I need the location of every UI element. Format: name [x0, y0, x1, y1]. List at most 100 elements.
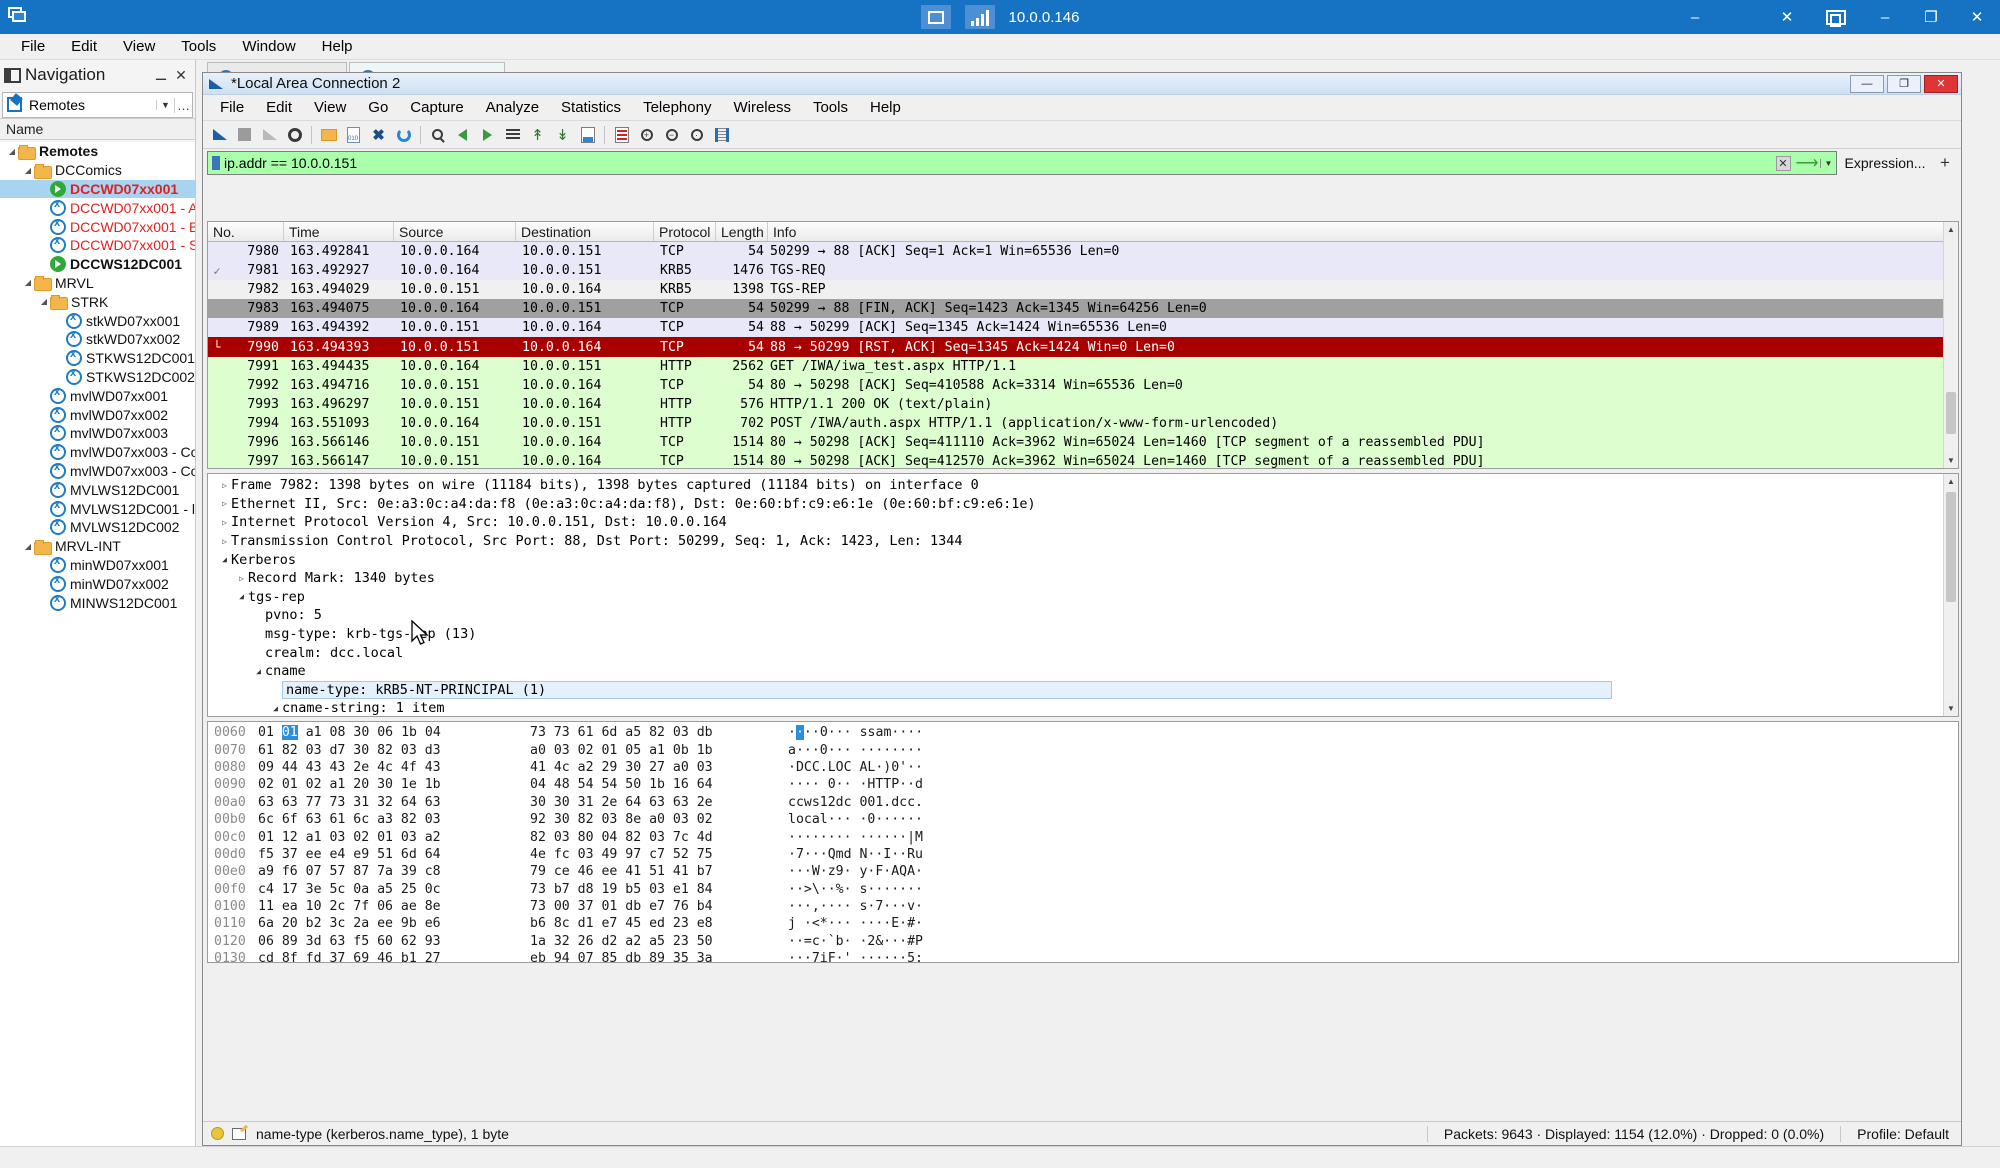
close-icon[interactable]: ✕ — [171, 67, 191, 84]
col-protocol[interactable]: Protocol — [654, 222, 716, 241]
tree-item-mvlwd07xx003[interactable]: mvlWD07xx003 — [0, 423, 195, 443]
colorize-icon[interactable] — [609, 123, 634, 147]
detail-tree-row[interactable]: ▷ Transmission Control Protocol, Src Port… — [214, 532, 1958, 551]
tree-item-minws12dc001[interactable]: MINWS12DC001 — [0, 593, 195, 612]
col-destination[interactable]: Destination — [516, 222, 654, 241]
scroll-up-icon[interactable]: ▲ — [1944, 474, 1958, 489]
go-to-packet-icon[interactable] — [500, 123, 525, 147]
tree-item-mvlwd07xx002[interactable]: mvlWD07xx002 — [0, 405, 195, 424]
remotes-tree[interactable]: ◢ Remotes ◢ DCComicsDCCWD07xx001 DCCWD07xx00… — [0, 142, 195, 1146]
app-minimize-button[interactable]: – — [1862, 0, 1908, 34]
tree-expander-closed-icon[interactable]: ▷ — [218, 537, 231, 546]
tree-item-mvlws12dc001[interactable]: MVLWS12DC001 — [0, 480, 195, 499]
packet-detail-scrollbar[interactable]: ▲ ▼ — [1943, 474, 1958, 716]
packet-row[interactable]: └ 7990 163.494393 10.0.0.151 10.0.0.164 TCP 54… — [208, 337, 1958, 357]
external-window-icon[interactable] — [1810, 0, 1862, 34]
col-no[interactable]: No. — [208, 222, 284, 241]
detail-tree-row[interactable]: ◢ Kerberos — [214, 550, 1958, 569]
hex-dump-row[interactable]: 0100 11 ea 10 2c 7f 06 ae 8e 73 00 37 01 d… — [208, 898, 1958, 915]
tree-expander-closed-icon[interactable]: ▷ — [235, 574, 248, 583]
packet-row[interactable]: 7997 163.566147 10.0.0.151 10.0.0.164 TCP 151… — [208, 452, 1958, 468]
col-source[interactable]: Source — [394, 222, 516, 241]
ws-menu-file[interactable]: File — [209, 96, 255, 119]
packet-row[interactable]: 7992 163.494716 10.0.0.151 10.0.0.164 TCP 54 8… — [208, 375, 1958, 395]
detail-tree-row[interactable]: name-type: kRB5-NT-PRINCIPAL (1) — [214, 680, 1958, 700]
tree-item-strk[interactable]: ◢ STRK — [0, 292, 195, 311]
detail-tree-row[interactable]: ◢ tgs-rep — [214, 588, 1958, 607]
tree-item-dccwd07xx001-badgu[interactable]: DCCWD07xx001 - Badgu... — [0, 217, 195, 236]
tree-item-remotes[interactable]: ◢ Remotes — [0, 142, 195, 161]
capture-options-icon[interactable] — [282, 123, 307, 147]
tree-expander-open-icon[interactable]: ◢ — [22, 542, 34, 551]
ws-menu-analyze[interactable]: Analyze — [475, 96, 550, 119]
go-last-packet-icon[interactable]: ↡ — [550, 123, 575, 147]
detail-tree-row[interactable]: crealm: dcc.local — [214, 643, 1958, 662]
zoom-reset-icon[interactable]: · — [684, 123, 709, 147]
detail-tree-row[interactable]: ▷ Frame 7982: 1398 bytes on wire (11184 b… — [214, 476, 1958, 495]
tree-item-dccws12dc001[interactable]: DCCWS12DC001 — [0, 255, 195, 274]
scroll-thumb[interactable] — [1946, 392, 1956, 434]
menu-window[interactable]: Window — [229, 35, 308, 58]
detail-tree-row[interactable]: ◢ cname — [214, 662, 1958, 681]
ws-menu-help[interactable]: Help — [859, 96, 912, 119]
packet-row[interactable]: ✓ 7981 163.492927 10.0.0.164 10.0.0.151 KRB5 1… — [208, 261, 1958, 281]
tree-expander-open-icon[interactable]: ◢ — [22, 166, 34, 175]
hex-dump-row[interactable]: 0120 06 89 3d 63 f5 60 62 93 1a 32 26 d2 a… — [208, 933, 1958, 950]
tree-expander-open-icon[interactable]: ◢ — [252, 667, 265, 676]
reload-file-icon[interactable] — [391, 123, 416, 147]
tree-item-stkws12dc001[interactable]: STKWS12DC001 — [0, 348, 195, 368]
scroll-down-icon[interactable]: ▼ — [1944, 701, 1958, 716]
app-close-button[interactable]: ✕ — [1954, 0, 2000, 34]
tree-expander-open-icon[interactable]: ◢ — [218, 555, 231, 564]
hex-dump-row[interactable]: 00d0 f5 37 ee e4 e9 51 6d 64 4e fc 03 49 9… — [208, 846, 1958, 863]
bookmark-icon[interactable] — [208, 156, 224, 170]
wireshark-maximize-button[interactable]: ❐ — [1887, 74, 1921, 93]
display-filter-input[interactable]: ip.addr == 10.0.0.151 ✕ ⟶ ▼ — [207, 151, 1837, 175]
tree-item-stkws12dc002[interactable]: STKWS12DC002 — [0, 367, 195, 387]
detail-tree-row[interactable]: pvno: 5 — [214, 606, 1958, 625]
filter-expression-button[interactable]: Expression... — [1837, 155, 1933, 171]
tree-expander-open-icon[interactable]: ◢ — [6, 147, 18, 156]
pin-icon[interactable]: ⚊ — [151, 67, 171, 84]
hex-dump-row[interactable]: 0060 01 01 a1 08 30 06 1b 04 73 73 61 6d a… — [208, 724, 1958, 741]
packet-detail-pane[interactable]: ▷ Frame 7982: 1398 bytes on wire (11184 b… — [207, 473, 1959, 717]
tree-item-stkwd07xx002[interactable]: stkWD07xx002 — [0, 329, 195, 349]
session-close-button[interactable]: ✕ — [1764, 0, 1810, 34]
tree-item-dccwd07xx001-simple[interactable]: DCCWD07xx001 - Simple... — [0, 235, 195, 255]
start-capture-icon[interactable] — [207, 123, 232, 147]
autoscroll-icon[interactable] — [575, 123, 600, 147]
hex-dump-row[interactable]: 0080 09 44 43 43 2e 4c 4f 43 41 4c a2 29 3… — [208, 759, 1958, 776]
tree-item-mrvl[interactable]: ◢ MRVL — [0, 274, 195, 293]
menu-file[interactable]: File — [8, 35, 58, 58]
tree-expander-closed-icon[interactable]: ▷ — [218, 499, 231, 508]
detail-tree-row[interactable]: ◢ cname-string: 1 item — [214, 699, 1958, 716]
filter-history-chevron-icon[interactable]: ▼ — [1820, 158, 1836, 168]
ws-menu-go[interactable]: Go — [357, 96, 399, 119]
hex-dump-row[interactable]: 0130 cd 8f fd 37 69 46 b1 27 eb 94 07 85 d… — [208, 950, 1958, 962]
stop-capture-icon[interactable] — [232, 123, 257, 147]
packet-list-pane[interactable]: No. Time Source Destination Protocol Len… — [207, 221, 1959, 469]
wireshark-close-button[interactable]: ✕ — [1924, 74, 1958, 93]
hex-dump-row[interactable]: 00e0 a9 f6 07 57 87 7a 39 c8 79 ce 46 ee 4… — [208, 863, 1958, 880]
packet-list-scrollbar[interactable]: ▲ ▼ — [1943, 222, 1958, 468]
tree-item-mvlwd07xx001[interactable]: mvlWD07xx001 — [0, 386, 195, 405]
find-packet-icon[interactable] — [425, 123, 450, 147]
packet-row[interactable]: 7980 163.492841 10.0.0.164 10.0.0.151 TCP 54 5… — [208, 242, 1958, 262]
menu-edit[interactable]: Edit — [58, 35, 110, 58]
packet-row[interactable]: 7996 163.566146 10.0.0.151 10.0.0.164 TCP 151… — [208, 432, 1958, 453]
col-info[interactable]: Info — [768, 222, 1958, 241]
tree-item-minwd07xx002[interactable]: minWD07xx002 — [0, 574, 195, 593]
detail-tree-row[interactable]: ▷ Record Mark: 1340 bytes — [214, 569, 1958, 588]
menu-help[interactable]: Help — [309, 35, 366, 58]
go-forward-icon[interactable] — [475, 123, 500, 147]
close-file-icon[interactable]: ✖ — [366, 123, 391, 147]
remotes-selector[interactable]: Remotes ▼ … — [2, 92, 193, 118]
scroll-thumb[interactable] — [1946, 492, 1956, 602]
hex-dump-row[interactable]: 0070 61 82 03 d7 30 82 03 d3 a0 03 02 01 0… — [208, 741, 1958, 758]
session-minimize-button[interactable]: – — [1672, 0, 1718, 34]
packet-list-body[interactable]: 7980 163.492841 10.0.0.164 10.0.0.151 TCP 54 5… — [208, 242, 1958, 468]
hex-dump-row[interactable]: 00a0 63 63 77 73 31 32 64 63 30 30 31 2e 6… — [208, 794, 1958, 811]
ws-menu-telephony[interactable]: Telephony — [632, 96, 722, 119]
restart-capture-icon[interactable] — [257, 123, 282, 147]
tree-item-mvlwd07xx003-copy[interactable]: mvlWD07xx003 - Copy — [0, 442, 195, 462]
